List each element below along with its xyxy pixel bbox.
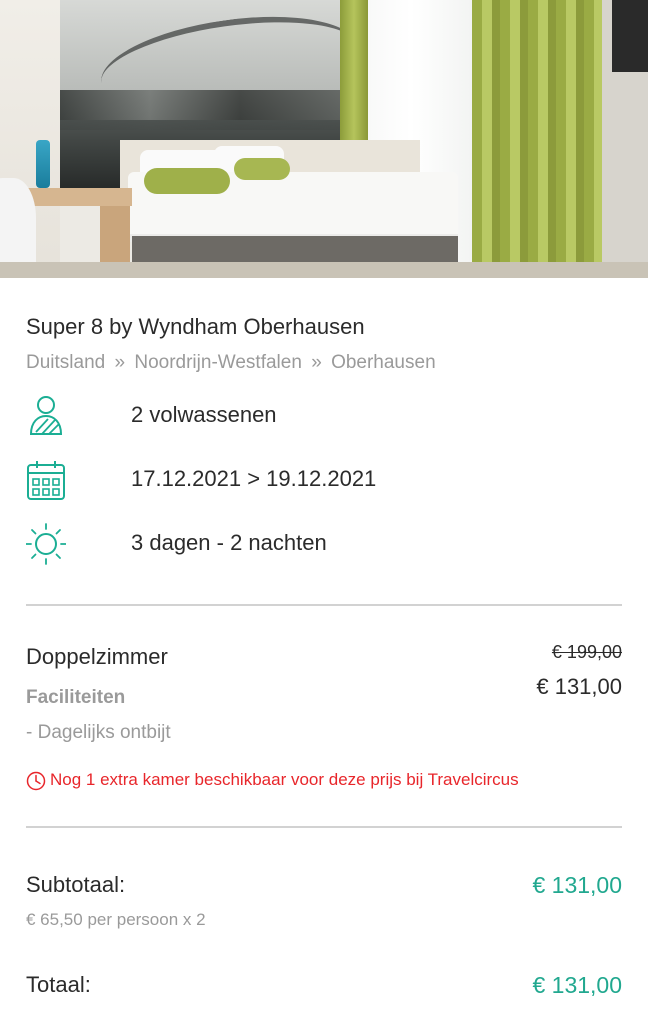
breadcrumb-separator: » — [311, 352, 322, 373]
clock-icon — [26, 771, 46, 791]
guests-text: 2 volwassenen — [131, 402, 277, 427]
room-name: Doppelzimmer — [26, 644, 168, 669]
subtotal-value: € 131,00 — [532, 872, 622, 898]
dates-row: 17.12.2021 > 19.12.2021 — [26, 458, 622, 502]
hotel-name: Super 8 by Wyndham Oberhausen — [26, 314, 365, 339]
room-old-price: € 199,00 — [551, 642, 622, 662]
hotel-room-photo — [0, 0, 648, 278]
breadcrumb-country[interactable]: Duitsland — [26, 352, 105, 373]
breadcrumb-separator: » — [114, 352, 126, 373]
person-icon — [29, 396, 63, 435]
dates-text: 17.12.2021 > 19.12.2021 — [131, 466, 377, 491]
availability-text: Nog 1 extra kamer beschikbaar voor deze … — [50, 770, 519, 789]
divider — [26, 826, 622, 828]
total-label: Totaal: — [26, 972, 91, 997]
duration-text: 3 dagen - 2 nachten — [131, 530, 327, 555]
room-price: € 131,00 — [536, 674, 622, 699]
guests-row: 2 volwassenen — [26, 394, 622, 438]
breadcrumb: Duitsland » Noordrijn-Westfalen » Oberha… — [26, 352, 436, 374]
breadcrumb-region[interactable]: Noordrijn-Westfalen — [134, 352, 302, 373]
sun-icon — [26, 523, 66, 565]
price-per-person: € 65,50 per persoon x 2 — [26, 910, 206, 929]
calendar-icon — [27, 461, 65, 500]
divider — [26, 604, 622, 606]
breadcrumb-city[interactable]: Oberhausen — [331, 352, 436, 373]
total-value: € 131,00 — [532, 972, 622, 998]
facilities-label: Faciliteiten — [26, 687, 126, 708]
duration-row: 3 dagen - 2 nachten — [26, 522, 622, 566]
facility-item: - Dagelijks ontbijt — [26, 722, 171, 743]
subtotal-label: Subtotaal: — [26, 872, 126, 897]
